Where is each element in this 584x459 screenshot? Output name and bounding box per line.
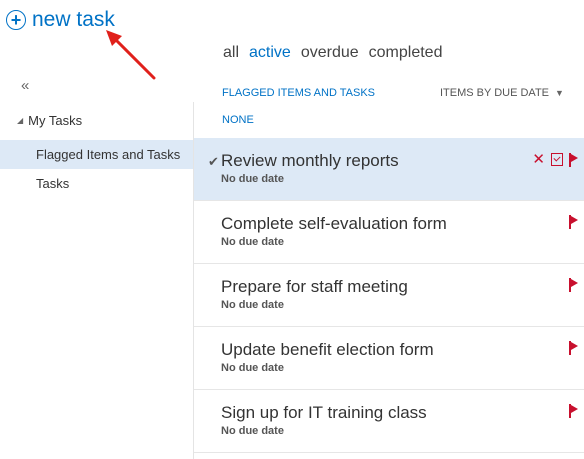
task-list: ✔ Review monthly reports No due date ✕ C…	[194, 138, 584, 453]
task-filter-bar: all active overdue completed	[222, 44, 443, 62]
task-title: Prepare for staff meeting	[221, 277, 408, 296]
task-due-date: No due date	[221, 362, 284, 374]
flag-icon[interactable]	[569, 404, 578, 418]
filter-completed[interactable]: completed	[368, 44, 444, 62]
task-actions: ✕	[532, 152, 578, 167]
task-row[interactable]: Sign up for IT training class No due dat…	[194, 390, 584, 453]
task-row[interactable]: ✔ Review monthly reports No due date ✕	[194, 138, 584, 201]
task-actions	[569, 404, 578, 418]
task-title: Sign up for IT training class	[221, 403, 427, 422]
task-title: Update benefit election form	[221, 340, 434, 359]
nav-my-tasks-label: My Tasks	[28, 113, 83, 128]
task-row[interactable]: Prepare for staff meeting No due date	[194, 264, 584, 327]
delete-icon[interactable]: ✕	[532, 152, 545, 167]
task-due-date: No due date	[221, 236, 284, 248]
chevron-down-icon: ▼	[555, 88, 564, 98]
expand-triangle-icon: ◢	[17, 116, 24, 125]
list-header-folder[interactable]: FLAGGED ITEMS AND TASKS	[222, 87, 375, 99]
plus-circle-icon: +	[6, 10, 26, 30]
task-title: Review monthly reports	[221, 151, 399, 170]
annotation-arrow-icon	[106, 30, 156, 80]
nav-my-tasks[interactable]: ◢ My Tasks	[17, 113, 82, 128]
task-due-date: No due date	[221, 299, 284, 311]
collapse-pane-button[interactable]: «	[21, 77, 29, 94]
task-title: Complete self-evaluation form	[221, 214, 447, 233]
task-row[interactable]: Update benefit election form No due date	[194, 327, 584, 390]
task-actions	[569, 215, 578, 229]
flag-icon[interactable]	[569, 152, 578, 167]
flag-icon[interactable]	[569, 215, 578, 229]
checkmark-icon: ✔	[208, 154, 219, 169]
task-actions	[569, 278, 578, 292]
flag-icon[interactable]	[569, 341, 578, 355]
new-task-button[interactable]: + new task	[6, 8, 115, 32]
filter-all[interactable]: all	[222, 44, 240, 62]
sort-label: ITEMS BY DUE DATE	[440, 87, 550, 99]
task-actions	[569, 341, 578, 355]
sidebar-item-tasks[interactable]: Tasks	[0, 169, 193, 198]
list-header-none[interactable]: NONE	[222, 114, 254, 126]
task-due-date: No due date	[221, 425, 284, 437]
filter-active[interactable]: active	[248, 44, 292, 62]
filter-overdue[interactable]: overdue	[300, 44, 360, 62]
task-row[interactable]: Complete self-evaluation form No due dat…	[194, 201, 584, 264]
flag-icon[interactable]	[569, 278, 578, 292]
task-due-date: No due date	[221, 173, 284, 185]
sort-dropdown[interactable]: ITEMS BY DUE DATE ▼	[440, 87, 564, 99]
mark-complete-icon[interactable]	[551, 153, 563, 166]
sidebar-item-flagged-items-and-tasks[interactable]: Flagged Items and Tasks	[0, 140, 193, 169]
